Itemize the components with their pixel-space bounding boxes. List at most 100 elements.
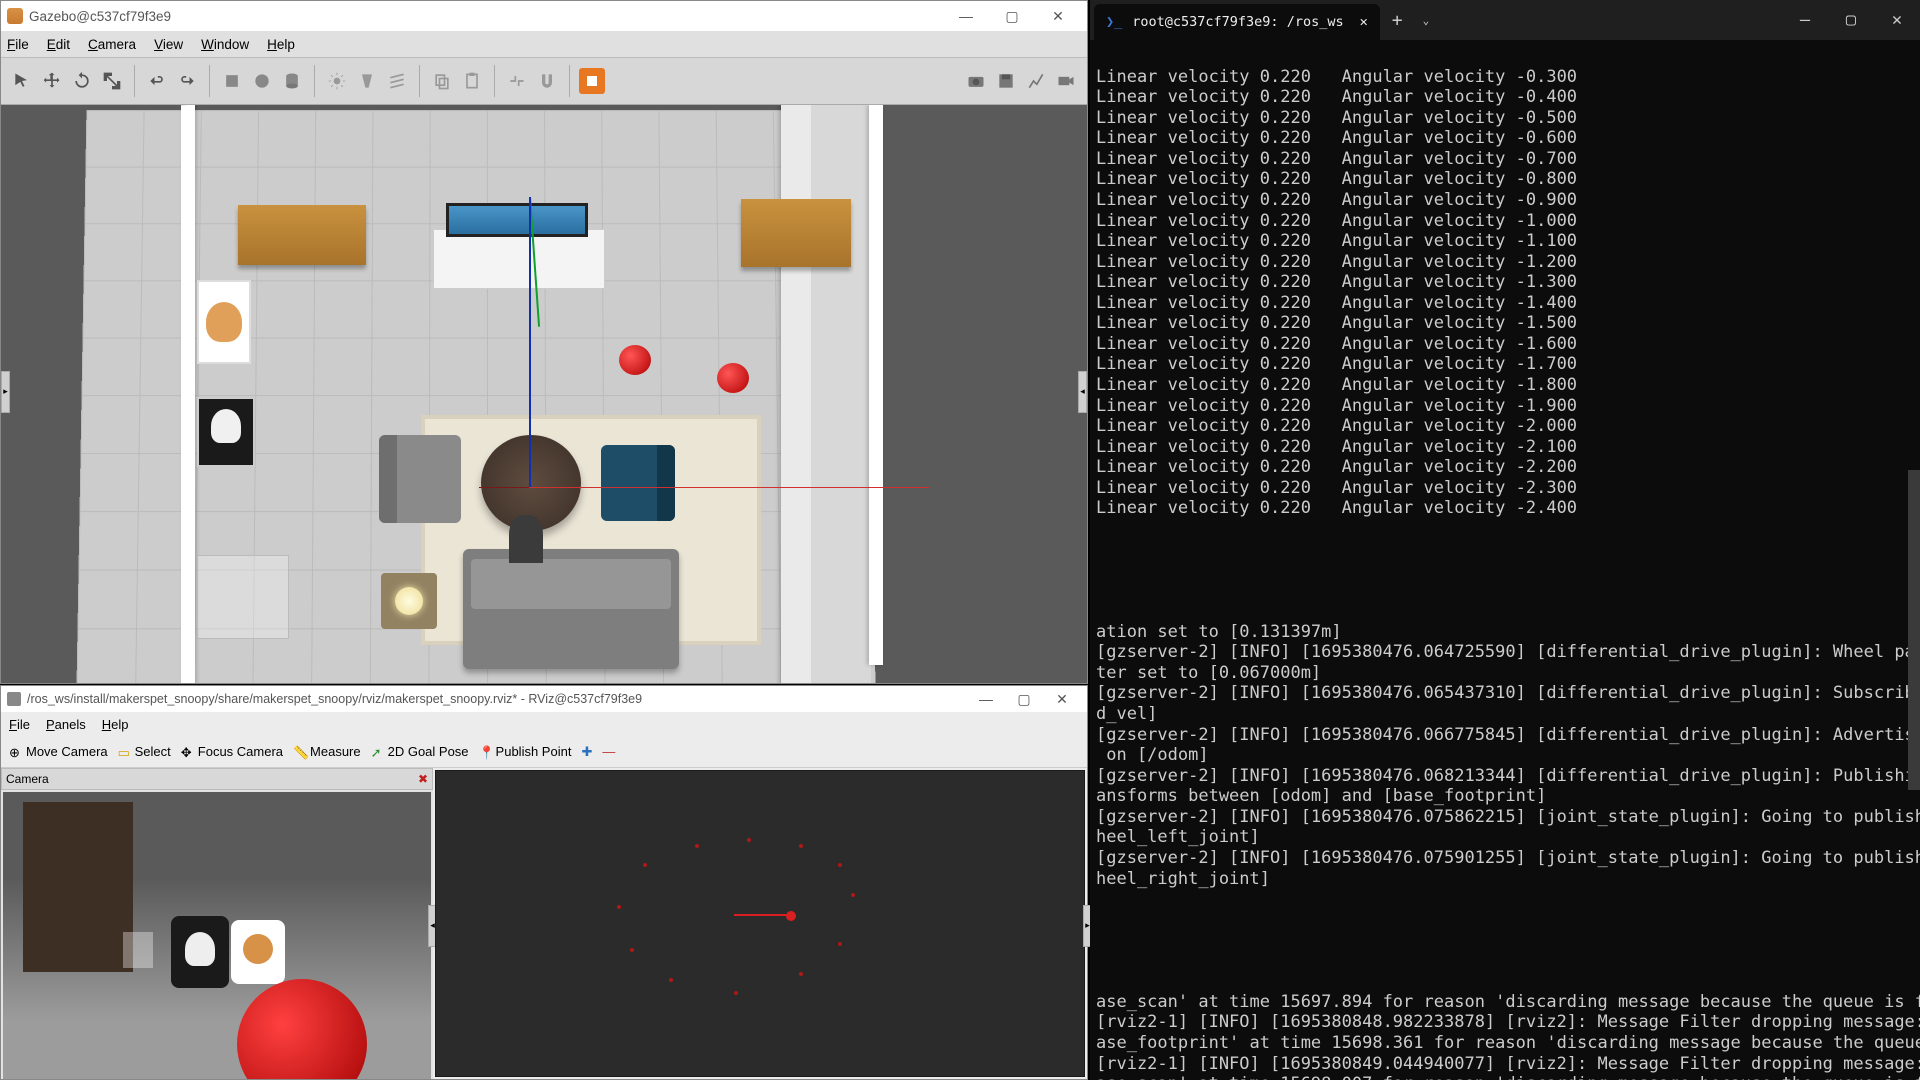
close-button[interactable]: ✕	[1043, 686, 1081, 712]
selection-box-icon[interactable]	[579, 68, 605, 94]
paste-icon[interactable]	[459, 68, 485, 94]
minimize-button[interactable]: —	[967, 686, 1005, 712]
wall-picture-cat	[197, 280, 251, 364]
menu-edit[interactable]: Edit	[47, 37, 70, 52]
menu-file[interactable]: File	[9, 717, 30, 732]
maximize-button[interactable]: ▢	[989, 1, 1035, 31]
powershell-icon: ❯_	[1106, 14, 1122, 30]
tv-stand	[433, 229, 605, 289]
redo-icon[interactable]	[174, 68, 200, 94]
light-directional-icon[interactable]	[384, 68, 410, 94]
arrow-tool-icon[interactable]	[9, 68, 35, 94]
cam-cat-picture	[231, 920, 285, 984]
laser-point	[838, 863, 842, 867]
laser-point	[851, 893, 855, 897]
move-tool-icon[interactable]	[39, 68, 65, 94]
snap-icon[interactable]	[504, 68, 530, 94]
gazebo-menubar: File Edit Camera View Window Help	[1, 31, 1087, 57]
cylinder-icon[interactable]	[279, 68, 305, 94]
sphere-icon[interactable]	[249, 68, 275, 94]
laser-point	[799, 972, 803, 976]
save-frame-icon[interactable]	[993, 68, 1019, 94]
cam-table	[23, 802, 133, 972]
rviz-titlebar[interactable]: /ros_ws/install/makerspet_snoopy/share/m…	[1, 686, 1087, 712]
laser-point	[617, 905, 621, 909]
plot-icon[interactable]	[1023, 68, 1049, 94]
sofa	[463, 549, 679, 669]
maximize-button[interactable]: ▢	[1828, 0, 1874, 40]
measure-tool[interactable]: 📏Measure	[293, 744, 361, 759]
cabinet	[741, 199, 851, 267]
close-button[interactable]: ✕	[1035, 1, 1081, 31]
laser-point	[747, 838, 751, 842]
light-point-icon[interactable]	[324, 68, 350, 94]
scale-tool-icon[interactable]	[99, 68, 125, 94]
menu-view[interactable]: View	[154, 37, 183, 52]
camera-panel-header[interactable]: Camera ✖	[1, 768, 433, 790]
rotate-tool-icon[interactable]	[69, 68, 95, 94]
magnet-icon[interactable]	[534, 68, 560, 94]
box-icon[interactable]	[219, 68, 245, 94]
right-panel-toggle[interactable]: ◂	[1078, 371, 1087, 413]
menu-window[interactable]: Window	[201, 37, 249, 52]
panel-close-icon[interactable]: ✖	[418, 772, 428, 786]
log-block-2: ation set to [0.131397m] [gzserver-2] [I…	[1096, 622, 1914, 889]
laser-point	[695, 844, 699, 848]
rviz-3d-view[interactable]	[435, 770, 1085, 1077]
cam-face-picture	[171, 916, 229, 988]
terminal-tab[interactable]: ❯_ root@c537cf79f3e9: /ros_ws ✕	[1094, 4, 1380, 40]
wall-picture-face	[197, 397, 255, 467]
minimize-button[interactable]: —	[1782, 0, 1828, 40]
camera-icon[interactable]	[963, 68, 989, 94]
copy-icon[interactable]	[429, 68, 455, 94]
goal-pose-tool[interactable]: ➚2D Goal Pose	[371, 744, 469, 759]
left-panel-toggle[interactable]: ▸	[1, 371, 10, 413]
person-model	[509, 515, 543, 563]
menu-panels[interactable]: Panels	[46, 717, 86, 732]
gazebo-3d-viewport[interactable]: ▸ ◂	[1, 105, 1087, 683]
close-button[interactable]: ✕	[1874, 0, 1920, 40]
rviz-camera-panel: Camera ✖	[1, 768, 433, 1079]
gazebo-title: Gazebo@c537cf79f3e9	[29, 9, 943, 24]
red-ball	[619, 345, 651, 375]
menu-help[interactable]: Help	[102, 717, 129, 732]
light-spot-icon[interactable]	[354, 68, 380, 94]
publish-point-tool[interactable]: 📍Publish Point	[479, 744, 572, 759]
laser-point	[734, 991, 738, 995]
menu-help[interactable]: Help	[267, 37, 295, 52]
laser-origin	[786, 911, 796, 921]
wall	[781, 105, 811, 683]
undo-icon[interactable]	[144, 68, 170, 94]
remove-tool-button[interactable]: —	[602, 744, 615, 759]
terminal-window: ❯_ root@c537cf79f3e9: /ros_ws ✕ + ⌄ — ▢ …	[1090, 0, 1920, 1080]
select-tool[interactable]: ▭Select	[118, 744, 171, 759]
cam-frame	[123, 932, 153, 968]
terminal-output[interactable]: Linear velocity 0.220 Angular velocity -…	[1090, 40, 1920, 1080]
axis-x	[479, 487, 529, 488]
laser-point	[630, 948, 634, 952]
minimize-button[interactable]: —	[943, 1, 989, 31]
focus-camera-tool[interactable]: ✥Focus Camera	[181, 744, 283, 759]
gazebo-titlebar[interactable]: Gazebo@c537cf79f3e9 — ▢ ✕	[1, 1, 1087, 31]
armchair-grey	[379, 435, 461, 523]
camera-view[interactable]	[3, 792, 431, 1079]
rviz-window: /ros_ws/install/makerspet_snoopy/share/m…	[0, 685, 1088, 1080]
tab-dropdown-icon[interactable]: ⌄	[1415, 14, 1438, 27]
record-icon[interactable]	[1053, 68, 1079, 94]
rviz-icon	[7, 692, 21, 706]
terminal-scrollbar[interactable]	[1908, 470, 1920, 790]
tv-screen	[446, 203, 588, 237]
cabinet	[238, 205, 366, 265]
new-tab-button[interactable]: +	[1380, 10, 1415, 31]
maximize-button[interactable]: ▢	[1005, 686, 1043, 712]
menu-camera[interactable]: Camera	[88, 37, 136, 52]
wall	[181, 105, 195, 683]
laser-point	[643, 863, 647, 867]
log-block-3: ase_scan' at time 15697.894 for reason '…	[1096, 992, 1914, 1080]
terminal-titlebar[interactable]: ❯_ root@c537cf79f3e9: /ros_ws ✕ + ⌄ — ▢ …	[1090, 0, 1920, 40]
add-tool-button[interactable]: ✚	[581, 744, 592, 760]
rviz-toolbar: ⊕Move Camera ▭Select ✥Focus Camera 📏Meas…	[1, 736, 1087, 768]
tab-close-icon[interactable]: ✕	[1360, 14, 1368, 30]
move-camera-tool[interactable]: ⊕Move Camera	[9, 744, 108, 759]
menu-file[interactable]: File	[7, 37, 29, 52]
